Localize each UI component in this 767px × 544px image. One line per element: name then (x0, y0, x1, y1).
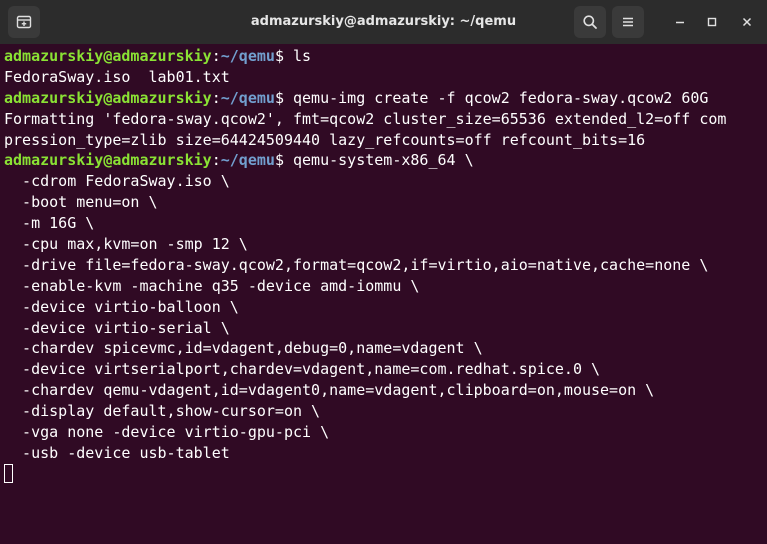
command-text: qemu-system-x86_64 \ (293, 151, 474, 170)
terminal-output-line: -enable-kvm -machine q35 -device amd-iom… (4, 276, 767, 297)
maximize-button[interactable] (696, 6, 728, 38)
terminal-window: admazurskiy@admazurskiy: ~/qemu admazurs… (0, 0, 767, 544)
terminal-output-line: -usb -device usb-tablet (4, 443, 767, 464)
terminal-output-line: -chardev spicevmc,id=vdagent,debug=0,nam… (4, 338, 767, 359)
prompt-symbol: $ (274, 88, 293, 107)
title-bar[interactable]: admazurskiy@admazurskiy: ~/qemu (0, 0, 767, 44)
new-tab-icon (16, 14, 32, 30)
hamburger-menu-icon (620, 14, 636, 30)
menu-button[interactable] (612, 6, 644, 38)
command-text: ls (293, 47, 312, 65)
output-text: -usb -device usb-tablet (4, 443, 230, 462)
output-text: -m 16G \ (4, 214, 95, 233)
command-text: qemu-img create -f qcow2 fedora-sway.qco… (293, 88, 709, 107)
terminal-output-line: -display default,show-cursor=on \ (4, 401, 767, 422)
new-tab-button[interactable] (8, 6, 40, 38)
prompt-path: ~/qemu (220, 151, 275, 170)
terminal-output-line: -device virtserialport,chardev=vdagent,n… (4, 359, 767, 380)
close-button[interactable] (731, 6, 763, 38)
output-text: Formatting 'fedora-sway.qcow2', fmt=qcow… (4, 109, 727, 128)
terminal-output-line: FedoraSway.iso lab01.txt (4, 67, 767, 88)
terminal-output[interactable]: admazurskiy@admazurskiy:~/qemu$ ls Fedora… (4, 46, 767, 544)
prompt-user: admazurskiy@admazurskiy (4, 151, 212, 170)
terminal-prompt-line: admazurskiy@admazurskiy:~/qemu$ ls (4, 46, 767, 67)
terminal-output-line: -device virtio-balloon \ (4, 297, 767, 318)
prompt-separator: : (211, 47, 221, 65)
terminal-output-line: -cdrom FedoraSway.iso \ (4, 171, 767, 192)
output-text: -cpu max,kvm=on -smp 12 \ (4, 235, 248, 254)
output-text: -vga none -device virtio-gpu-pci \ (4, 423, 330, 442)
prompt-symbol: $ (274, 151, 293, 170)
output-text: FedoraSway.iso lab01.txt (4, 67, 230, 86)
prompt-separator: : (211, 88, 221, 107)
output-text: -device virtio-serial \ (4, 318, 230, 337)
output-text: -drive file=fedora-sway.qcow2,format=qco… (4, 255, 709, 274)
terminal-output-line: Formatting 'fedora-sway.qcow2', fmt=qcow… (4, 109, 767, 130)
prompt-user: admazurskiy@admazurskiy (4, 88, 212, 107)
search-button[interactable] (574, 6, 606, 38)
maximize-icon (706, 16, 718, 28)
terminal-output-line: -cpu max,kvm=on -smp 12 \ (4, 234, 767, 255)
prompt-path: ~/qemu (220, 47, 275, 65)
minimize-button[interactable] (664, 6, 696, 38)
prompt-path: ~/qemu (220, 88, 275, 107)
output-text: -boot menu=on \ (4, 193, 158, 212)
prompt-user: admazurskiy@admazurskiy (4, 47, 212, 65)
terminal-output-line: -chardev qemu-vdagent,id=vdagent0,name=v… (4, 380, 767, 401)
terminal-output-line: -vga none -device virtio-gpu-pci \ (4, 422, 767, 443)
text-cursor (4, 463, 13, 483)
output-text: -cdrom FedoraSway.iso \ (4, 172, 230, 191)
search-icon (582, 14, 598, 30)
terminal-output-line: -m 16G \ (4, 213, 767, 234)
terminal-output-line: -drive file=fedora-sway.qcow2,format=qco… (4, 255, 767, 276)
terminal-prompt-line: admazurskiy@admazurskiy:~/qemu$ qemu-sys… (4, 150, 767, 171)
output-text: pression_type=zlib size=64424509440 lazy… (4, 130, 646, 149)
output-text: -chardev spicevmc,id=vdagent,debug=0,nam… (4, 339, 483, 358)
window-title: admazurskiy@admazurskiy: ~/qemu (250, 14, 517, 29)
prompt-separator: : (211, 151, 221, 170)
close-icon (741, 16, 753, 28)
output-text: -device virtserialport,chardev=vdagent,n… (4, 360, 601, 379)
minimize-icon (674, 16, 686, 28)
output-text: -enable-kvm -machine q35 -device amd-iom… (4, 276, 420, 295)
terminal-output-line: -boot menu=on \ (4, 192, 767, 213)
terminal-input-line[interactable] (4, 463, 767, 485)
output-text: -chardev qemu-vdagent,id=vdagent0,name=v… (4, 381, 655, 400)
output-text: -display default,show-cursor=on \ (4, 402, 321, 421)
terminal-prompt-line: admazurskiy@admazurskiy:~/qemu$ qemu-img… (4, 88, 767, 109)
prompt-symbol: $ (274, 47, 293, 65)
terminal-output-line: -device virtio-serial \ (4, 318, 767, 339)
terminal-output-line: pression_type=zlib size=64424509440 lazy… (4, 130, 767, 151)
output-text: -device virtio-balloon \ (4, 297, 239, 316)
